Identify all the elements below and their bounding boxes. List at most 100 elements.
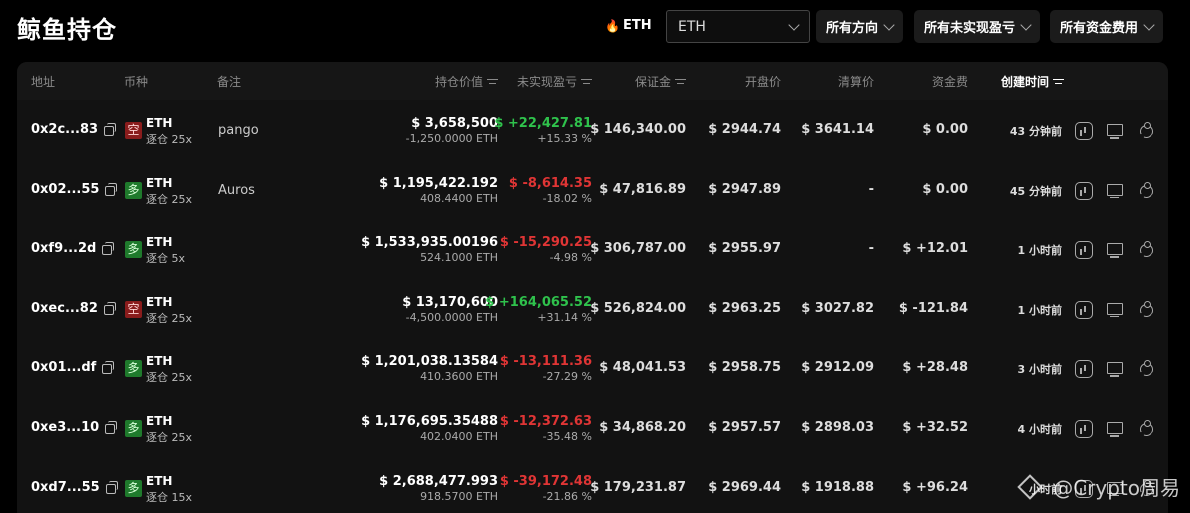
col-address: 地址 <box>31 75 56 89</box>
position-value: $ 1,201,038.13584 <box>361 354 498 370</box>
position-size: 408.4400 ETH <box>420 191 498 205</box>
symbol-tag-label: ETH <box>622 18 652 33</box>
funding-value: $ -121.84 <box>898 300 968 316</box>
address-cell[interactable]: 0x2c...83 <box>31 122 117 137</box>
chart-icon[interactable] <box>1075 181 1093 200</box>
col-note: 备注 <box>217 75 242 89</box>
margin-mode: 逐仓 25x <box>146 311 193 325</box>
coin-cell: ETH 逐仓 25x <box>146 116 192 147</box>
address-cell[interactable]: 0xe3...10 <box>31 420 118 435</box>
table-header: 地址 币种 备注 持仓价值 未实现盈亏 保证金 开盘价 清算价 资金费 创建时间 <box>17 62 1168 100</box>
col-coin: 币种 <box>124 75 149 89</box>
direction-filter[interactable]: 所有方向 <box>816 10 904 43</box>
copy-icon[interactable] <box>105 182 118 196</box>
pnl-value: $ +164,065.52 <box>485 294 592 310</box>
side-badge: 多 <box>125 241 142 259</box>
position-value: $ 1,533,935.00196 <box>361 235 498 251</box>
monitor-icon[interactable] <box>1106 360 1124 378</box>
pnl-percent: +15.33 % <box>537 132 592 145</box>
table-row[interactable]: 0xf9...2d 多 ETH 逐仓 5x $ 1,533,935.00196 524.1… <box>17 220 1168 280</box>
funding-value: $ +32.52 <box>902 420 968 435</box>
entry-price: $ 2947.89 <box>708 181 781 197</box>
coin-symbol: ETH <box>146 235 173 250</box>
share-icon[interactable] <box>1137 122 1155 140</box>
header-bar: 鲸鱼持仓 🔥 ETH ETH 所有方向 所有未实现盈亏 所有资金费用 <box>0 0 1190 54</box>
chart-icon[interactable] <box>1075 360 1093 379</box>
created-time: 1 小时前 <box>1017 244 1062 258</box>
created-time: 3 小时前 <box>1017 363 1062 377</box>
direction-filter-label: 所有方向 <box>826 21 879 36</box>
coin-symbol: ETH <box>146 116 173 130</box>
share-icon[interactable] <box>1137 181 1155 200</box>
col-position-value[interactable]: 持仓价值 <box>435 73 498 90</box>
funding-value: $ 0.00 <box>922 122 968 137</box>
monitor-icon[interactable] <box>1106 301 1124 319</box>
sort-icon <box>675 78 686 86</box>
monitor-icon[interactable] <box>1106 182 1124 200</box>
copy-icon[interactable] <box>102 242 115 256</box>
share-icon[interactable] <box>1137 300 1155 319</box>
table-row[interactable]: 0x02...55 多 ETH 逐仓 25x Auros $ 1,195,422.192 4… <box>17 161 1168 221</box>
monitor-icon[interactable] <box>1106 122 1124 140</box>
table-row[interactable]: 0x2c...83 空 ETH 逐仓 25x pango $ 3,658,500 -1,25… <box>17 101 1168 161</box>
chart-icon[interactable] <box>1075 122 1093 140</box>
note-text: Auros <box>218 182 255 198</box>
coin-symbol: ETH <box>146 473 173 488</box>
position-value-cell: $ 13,170,600 -4,500.0000 ETH <box>402 295 498 324</box>
chart-icon[interactable] <box>1075 241 1093 260</box>
monitor-icon[interactable] <box>1106 241 1124 259</box>
table-row[interactable]: 0xe3...10 多 ETH 逐仓 25x $ 1,176,695.35488 402.… <box>17 399 1168 459</box>
table-row[interactable]: 0xd7...55 多 ETH 逐仓 15x $ 2,688,477.993 918.57… <box>17 459 1168 513</box>
pnl-filter[interactable]: 所有未实现盈亏 <box>914 10 1041 43</box>
share-icon[interactable] <box>1137 420 1155 438</box>
symbol-select[interactable]: ETH <box>666 10 810 43</box>
margin-mode: 逐仓 25x <box>146 192 193 206</box>
chart-icon[interactable] <box>1075 420 1093 438</box>
col-margin[interactable]: 保证金 <box>635 73 686 90</box>
liq-price: $ 2912.09 <box>801 360 874 376</box>
address-cell[interactable]: 0x01...df <box>31 360 115 375</box>
share-icon[interactable] <box>1137 241 1155 259</box>
entry-price: $ 2969.44 <box>708 479 781 495</box>
liq-price: $ 1918.88 <box>801 479 874 495</box>
funding-value: $ 0.00 <box>922 181 968 197</box>
entry-price: $ 2957.57 <box>708 420 781 435</box>
address-cell[interactable]: 0xf9...2d <box>31 241 115 256</box>
address-text: 0xf9...2d <box>31 241 97 257</box>
copy-icon[interactable] <box>105 480 119 494</box>
coin-cell: ETH 逐仓 25x <box>146 354 192 385</box>
liq-price: $ 3641.14 <box>801 122 874 137</box>
position-size: -1,250.0000 ETH <box>405 132 498 145</box>
side-badge: 多 <box>125 479 142 497</box>
pnl-cell: $ -12,372.63 -35.48 % <box>500 414 592 443</box>
address-cell[interactable]: 0xd7...55 <box>31 480 119 495</box>
chart-icon[interactable] <box>1075 300 1093 319</box>
note-text: pango <box>218 123 259 138</box>
table-row[interactable]: 0xec...82 空 ETH 逐仓 25x $ 13,170,600 -4,500.00… <box>17 280 1168 340</box>
monitor-icon[interactable] <box>1106 420 1124 438</box>
margin-value: $ 48,041.53 <box>599 360 686 376</box>
funding-filter[interactable]: 所有资金费用 <box>1050 10 1164 43</box>
pnl-cell: $ -15,290.25 -4.98 % <box>500 235 592 264</box>
copy-icon[interactable] <box>103 301 117 315</box>
address-text: 0xe3...10 <box>31 420 100 435</box>
col-unrealized-pnl[interactable]: 未实现盈亏 <box>517 73 592 90</box>
address-cell[interactable]: 0xec...82 <box>31 301 117 316</box>
copy-icon[interactable] <box>102 361 115 375</box>
sort-icon <box>1053 78 1065 86</box>
col-created[interactable]: 创建时间 <box>1001 73 1065 90</box>
copy-icon[interactable] <box>105 421 118 434</box>
coin-symbol: ETH <box>146 354 173 369</box>
side-badge: 多 <box>125 420 142 437</box>
liq-price: $ 2898.03 <box>801 420 874 435</box>
copy-icon[interactable] <box>104 123 117 136</box>
table-row[interactable]: 0x01...df 多 ETH 逐仓 25x $ 1,201,038.13584 410.… <box>17 339 1168 399</box>
address-cell[interactable]: 0x02...55 <box>31 182 118 197</box>
pnl-value: $ +22,427.81 <box>494 116 592 131</box>
entry-price: $ 2963.25 <box>708 300 781 316</box>
address-text: 0xec...82 <box>31 300 98 316</box>
share-icon[interactable] <box>1137 360 1155 378</box>
pnl-value: $ -13,111.36 <box>499 354 592 370</box>
created-time: 45 分钟前 <box>1009 184 1062 198</box>
margin-mode: 逐仓 25x <box>146 133 193 146</box>
